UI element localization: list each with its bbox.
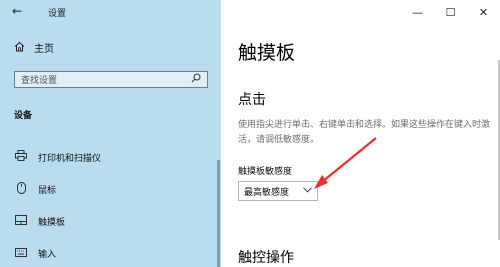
click-description: 使用指尖进行单击、右键单击和选择。如果这些操作在键入时激活，请调低敏感度。 (238, 120, 491, 145)
chevron-down-icon (303, 186, 312, 196)
sidebar-item-input[interactable]: 输入 (14, 247, 56, 260)
sidebar-section-title: 设备 (14, 111, 33, 121)
home-icon (14, 41, 25, 55)
touchpad-icon (14, 215, 28, 228)
keyboard-icon (14, 247, 28, 260)
sensitivity-label: 触摸板敏感度 (238, 167, 293, 177)
minimize-button[interactable]: — (401, 0, 434, 24)
sidebar-item-label: 输入 (38, 250, 57, 260)
sidebar: ← 设置 主页 查找设置 设备 打印机和扫描仪 鼠标 触摸板 输入 (0, 0, 221, 267)
window-controls: — ☐ ✕ (401, 0, 500, 24)
main-panel: — ☐ ✕ 触摸板 点击 使用指尖进行单击、右键单击和选择。如果这些操作在键入时… (221, 0, 500, 267)
sidebar-home-label: 主页 (34, 44, 54, 55)
sidebar-item-touchpad[interactable]: 触摸板 (14, 215, 65, 228)
sidebar-item-printers[interactable]: 打印机和扫描仪 (14, 150, 101, 164)
window-title: 设置 (48, 9, 67, 19)
sidebar-item-label: 触摸板 (38, 218, 66, 228)
close-button[interactable]: ✕ (467, 0, 500, 24)
sensitivity-dropdown[interactable]: 最高敏感度 (238, 181, 318, 201)
sidebar-item-mouse[interactable]: 鼠标 (14, 182, 56, 197)
sidebar-scrollbar[interactable] (217, 160, 220, 267)
section-heading-touch: 触控操作 (238, 250, 294, 266)
mouse-icon (14, 182, 28, 197)
page-title: 触摸板 (238, 42, 296, 64)
maximize-button[interactable]: ☐ (434, 0, 467, 24)
sidebar-item-label: 鼠标 (38, 186, 57, 196)
dropdown-value: 最高敏感度 (244, 187, 290, 198)
section-heading-click: 点击 (238, 92, 266, 108)
sidebar-item-label: 打印机和扫描仪 (38, 153, 102, 164)
settings-window: ← 设置 主页 查找设置 设备 打印机和扫描仪 鼠标 触摸板 输入 — ☐ ✕ … (0, 0, 500, 267)
search-input[interactable]: 查找设置 (14, 71, 208, 88)
search-icon (191, 73, 201, 86)
search-placeholder: 查找设置 (21, 76, 58, 86)
sidebar-item-home[interactable]: 主页 (14, 40, 54, 55)
printer-icon (14, 150, 28, 164)
back-arrow-icon[interactable]: ← (12, 4, 22, 18)
